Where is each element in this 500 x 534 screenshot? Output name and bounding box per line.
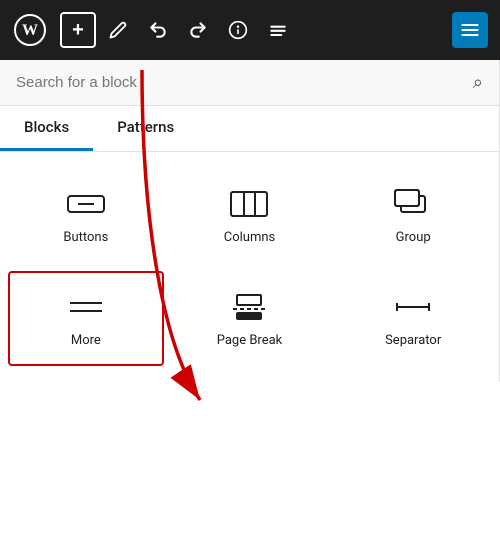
block-label-columns: Columns bbox=[224, 230, 276, 245]
search-icon: ⌕ bbox=[473, 72, 483, 93]
tabs: Blocks Patterns bbox=[0, 106, 499, 152]
wp-logo[interactable]: W bbox=[12, 12, 48, 48]
blocks-grid: Buttons Columns Group bbox=[0, 152, 499, 382]
search-input[interactable] bbox=[16, 74, 473, 91]
block-item-page-break[interactable]: Page Break bbox=[172, 271, 328, 366]
tab-blocks[interactable]: Blocks bbox=[0, 106, 93, 151]
redo-button[interactable] bbox=[180, 12, 216, 48]
block-label-buttons: Buttons bbox=[63, 230, 108, 245]
undo-button[interactable] bbox=[140, 12, 176, 48]
list-view-icon bbox=[460, 20, 480, 40]
plus-icon: + bbox=[72, 19, 84, 42]
block-item-separator[interactable]: Separator bbox=[335, 271, 491, 366]
edit-button[interactable] bbox=[100, 12, 136, 48]
info-icon bbox=[228, 20, 248, 40]
columns-icon bbox=[225, 186, 273, 222]
block-item-columns[interactable]: Columns bbox=[172, 168, 328, 263]
block-label-group: Group bbox=[396, 230, 431, 245]
undo-icon bbox=[148, 20, 168, 40]
block-label-separator: Separator bbox=[385, 333, 441, 348]
block-item-group[interactable]: Group bbox=[335, 168, 491, 263]
redo-icon bbox=[188, 20, 208, 40]
block-item-buttons[interactable]: Buttons bbox=[8, 168, 164, 263]
block-label-page-break: Page Break bbox=[217, 333, 283, 348]
list-view-button[interactable] bbox=[452, 12, 488, 48]
tab-patterns[interactable]: Patterns bbox=[93, 106, 198, 151]
info-button[interactable] bbox=[220, 12, 256, 48]
menu-button[interactable] bbox=[260, 12, 296, 48]
menu-icon bbox=[268, 20, 288, 40]
block-inserter-panel: ⌕ Blocks Patterns Buttons bbox=[0, 60, 500, 382]
separator-icon bbox=[389, 289, 437, 325]
toolbar: W + bbox=[0, 0, 500, 60]
svg-text:W: W bbox=[22, 22, 38, 39]
buttons-icon bbox=[62, 186, 110, 222]
search-bar: ⌕ bbox=[0, 60, 499, 106]
add-block-button[interactable]: + bbox=[60, 12, 96, 48]
block-label-more: More bbox=[71, 333, 101, 348]
group-icon bbox=[389, 186, 437, 222]
more-icon bbox=[62, 289, 110, 325]
block-item-more[interactable]: More bbox=[8, 271, 164, 366]
pencil-icon bbox=[109, 21, 127, 39]
page-break-icon bbox=[225, 289, 273, 325]
